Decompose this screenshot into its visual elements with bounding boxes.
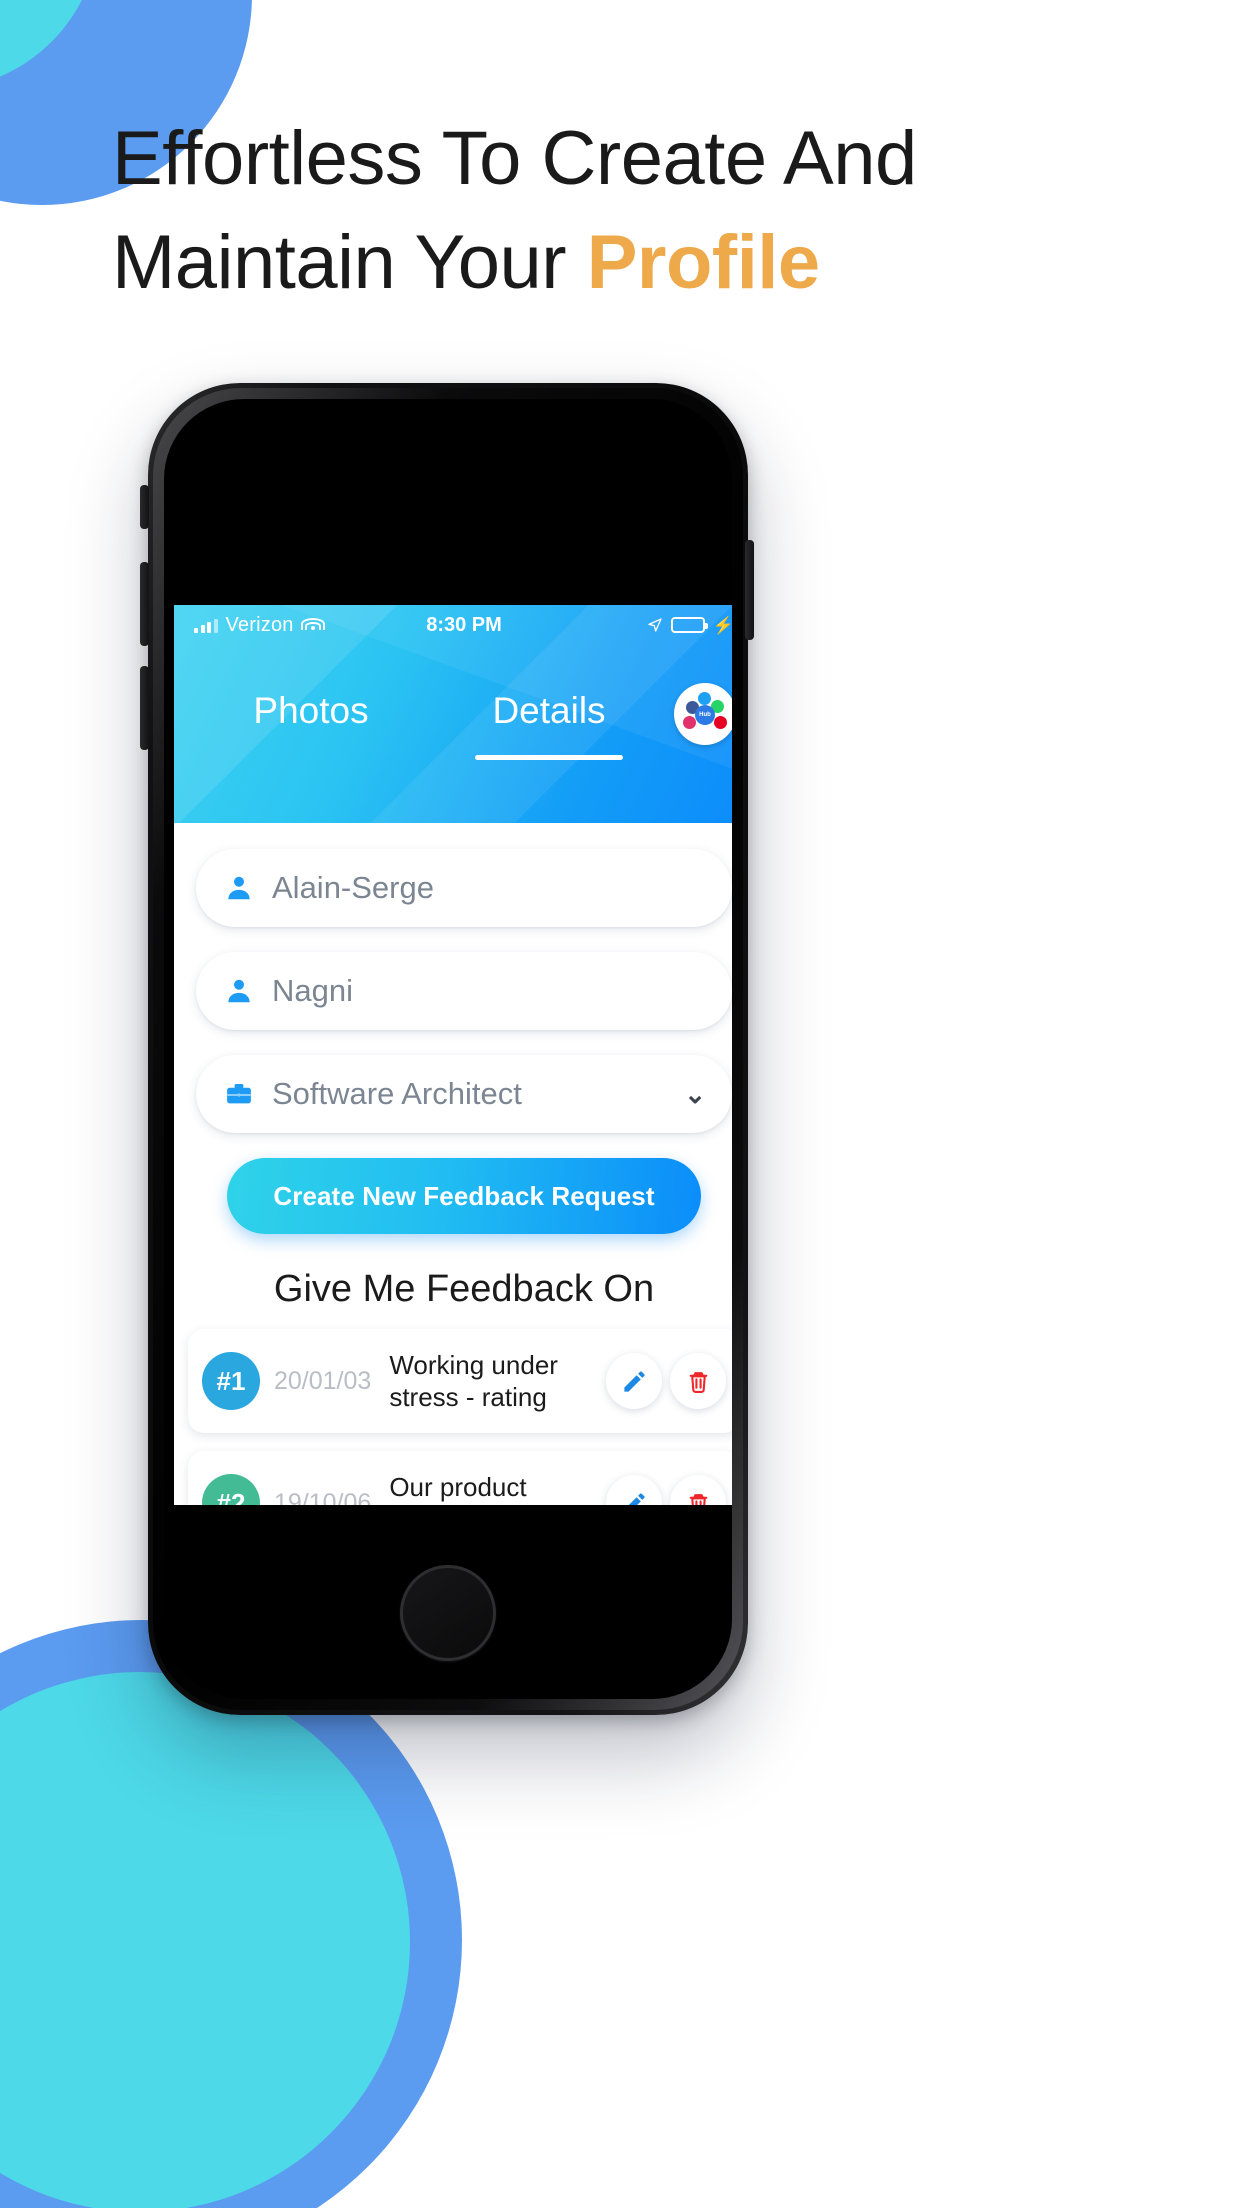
battery-icon (670, 617, 708, 633)
headline-line-2-text: Maintain Your (112, 219, 587, 305)
hub-center-label: Hub (695, 705, 715, 726)
volume-down-button[interactable] (140, 666, 149, 750)
status-bar: Verizon 8:30 PM ⚡ (174, 605, 732, 645)
edit-feedback-button[interactable] (606, 1475, 662, 1505)
headline-line-1: Effortless To Create And (112, 116, 917, 201)
job-title-value: Software Architect (272, 1076, 522, 1111)
lightning-bolt-icon: ⚡ (712, 615, 732, 635)
feedback-date: 20/01/03 (274, 1366, 372, 1395)
home-button[interactable] (400, 1565, 496, 1661)
phone-mockup: Verizon 8:30 PM ⚡ Photos Details Hub Ala… (148, 383, 748, 1715)
table-row[interactable]: #1 20/01/03 Working under stress - ratin… (188, 1329, 732, 1433)
first-name-field[interactable]: Alain-Serge (196, 849, 732, 927)
status-bar-time: 8:30 PM (426, 613, 502, 636)
section-title: Give Me Feedback On (273, 1268, 655, 1310)
job-title-select[interactable]: Software Architect ⌄ (196, 1055, 732, 1133)
pinterest-icon (714, 716, 727, 729)
status-bar-left: Verizon (194, 613, 325, 637)
table-row[interactable]: #2 19/10/06 Our product comparaison (188, 1451, 732, 1505)
rank-badge: #2 (202, 1474, 260, 1505)
first-name-value: Alain-Serge (272, 870, 434, 905)
delete-feedback-button[interactable] (670, 1353, 726, 1409)
phone-screen-area: Verizon 8:30 PM ⚡ Photos Details Hub Ala… (164, 399, 732, 1699)
instagram-icon (683, 716, 696, 729)
feedback-list: #1 20/01/03 Working under stress - ratin… (174, 1329, 732, 1505)
tab-bar: Photos Details Hub (174, 645, 732, 805)
tab-details-label: Details (492, 690, 606, 731)
cta-container: Create New Feedback Request (196, 1158, 732, 1234)
wifi-icon (300, 617, 325, 633)
create-feedback-request-button[interactable]: Create New Feedback Request (227, 1158, 701, 1234)
profile-form: Alain-Serge Nagni Software Architect ⌄ C… (174, 823, 732, 1311)
promo-headline: Effortless To Create And Maintain Your P… (112, 120, 1122, 301)
app-header: Verizon 8:30 PM ⚡ Photos Details Hub (174, 605, 732, 823)
social-share-hub-icon[interactable]: Hub (674, 683, 732, 745)
twitter-icon (698, 692, 711, 705)
tab-details[interactable]: Details (430, 690, 668, 760)
phone-bezel: Verizon 8:30 PM ⚡ Photos Details Hub Ala… (153, 388, 743, 1710)
tab-photos-label: Photos (253, 690, 369, 731)
status-bar-right: ⚡ (647, 617, 732, 634)
tab-active-indicator (475, 755, 623, 760)
chevron-down-icon[interactable]: ⌄ (684, 1081, 706, 1107)
location-arrow-icon (648, 618, 662, 632)
feedback-title: Our product comparaison (389, 1471, 538, 1506)
tab-photos[interactable]: Photos (192, 690, 430, 760)
edit-feedback-button[interactable] (606, 1353, 662, 1409)
feedback-title: Working under stress - rating (389, 1349, 558, 1413)
volume-up-button[interactable] (140, 562, 149, 646)
person-icon (222, 873, 256, 903)
person-icon (222, 976, 256, 1006)
power-button[interactable] (745, 540, 754, 640)
app-screen: Verizon 8:30 PM ⚡ Photos Details Hub Ala… (174, 605, 732, 1505)
briefcase-icon (222, 1079, 256, 1109)
headline-accent-word: Profile (586, 219, 821, 305)
headline-line-2: Maintain Your Profile (112, 223, 1122, 302)
rank-badge: #1 (202, 1352, 260, 1410)
feedback-date: 19/10/06 (274, 1488, 372, 1506)
silent-switch[interactable] (140, 485, 149, 529)
signal-bars-icon (194, 618, 218, 633)
delete-feedback-button[interactable] (670, 1475, 726, 1505)
carrier-label: Verizon (225, 613, 294, 636)
last-name-field[interactable]: Nagni (196, 952, 732, 1030)
last-name-value: Nagni (272, 973, 353, 1008)
